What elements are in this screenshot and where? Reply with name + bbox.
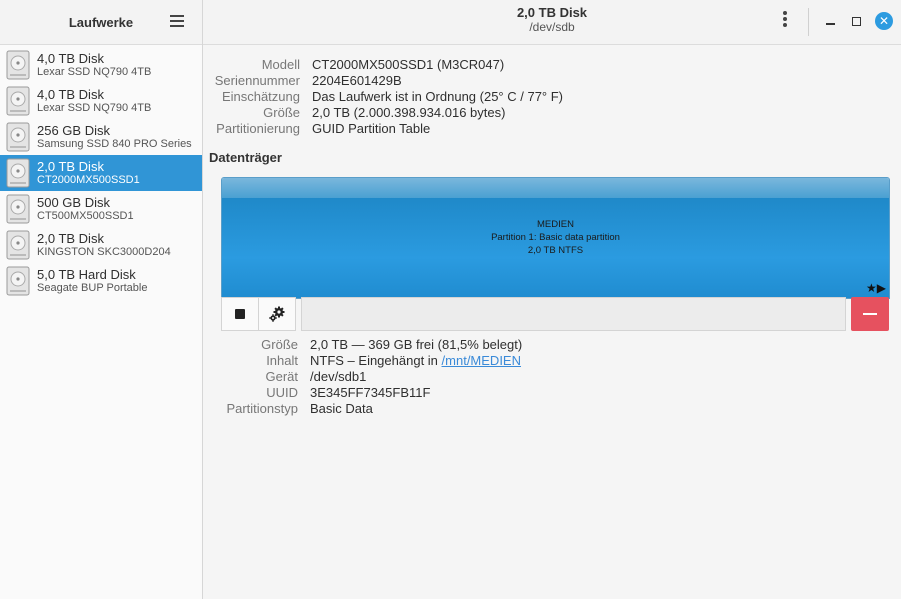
minimize-button[interactable] — [821, 12, 839, 30]
window-title: 2,0 TB Disk — [516, 5, 588, 20]
drive-model: Lexar SSD NQ790 4TB — [37, 102, 152, 115]
drive-model: CT2000MX500SSD1 — [37, 174, 140, 187]
uuid-label: UUID — [266, 385, 298, 400]
drive-list: 4,0 TB Disk Lexar SSD NQ790 4TB 4,0 TB Di… — [0, 47, 202, 299]
model-label: Modell — [261, 57, 300, 72]
drive-item[interactable]: 256 GB Disk Samsung SSD 840 PRO Series — [0, 119, 202, 155]
partition-block[interactable]: MEDIEN Partition 1: Basic data partition… — [221, 177, 890, 299]
volume-toolbar — [221, 297, 890, 331]
size-value: 2,0 TB (2.000.398.934.016 bytes) — [312, 105, 506, 120]
disk-icon — [6, 122, 30, 152]
assessment-value: Das Laufwerk ist in Ordnung (25° C / 77°… — [312, 89, 563, 104]
drive-item[interactable]: 5,0 TB Hard Disk Seagate BUP Portable — [0, 263, 202, 299]
partition-options-button[interactable] — [258, 297, 296, 331]
sidebar: Laufwerke 4,0 TB Disk Lexar SSD NQ790 4TB… — [0, 0, 203, 599]
serial-value: 2204E601429B — [312, 73, 402, 88]
partition-label: MEDIEN — [537, 219, 574, 230]
model-value: CT2000MX500SSD1 (M3CR047) — [312, 57, 505, 72]
drive-name: 2,0 TB Disk — [37, 230, 104, 246]
partition-name: Partition 1: Basic data partition — [491, 232, 620, 243]
main-panel: 2,0 TB Disk /dev/sdb ✕ Modell CT2000MX500… — [203, 0, 901, 599]
drive-name: 2,0 TB Disk — [37, 158, 104, 174]
unmount-button[interactable] — [221, 297, 259, 331]
partitioning-value: GUID Partition Table — [312, 121, 431, 136]
contents-label: Inhalt — [266, 353, 298, 368]
disk-icon — [6, 86, 30, 116]
partition-fs: 2,0 TB NTFS — [527, 245, 584, 256]
part-size-label: Größe — [261, 337, 298, 352]
contents-value: NTFS – Eingehängt in — [310, 353, 438, 368]
drive-name: 4,0 TB Disk — [37, 50, 104, 66]
drive-name: 5,0 TB Hard Disk — [37, 266, 136, 282]
drive-model: Lexar SSD NQ790 4TB — [37, 66, 152, 79]
device-label: Gerät — [265, 369, 298, 384]
disk-icon — [6, 266, 30, 296]
drive-item-selected[interactable]: 2,0 TB Disk CT2000MX500SSD1 — [0, 155, 202, 191]
gears-icon — [269, 306, 285, 322]
partition-type-value: Basic Data — [310, 401, 373, 416]
header-separator — [808, 8, 809, 36]
disk-icon — [6, 158, 30, 188]
menu-icon[interactable] — [170, 15, 184, 27]
assessment-label: Einschätzung — [221, 89, 300, 104]
serial-label: Seriennummer — [214, 73, 300, 88]
drive-name: 500 GB Disk — [37, 194, 110, 210]
disk-icon — [6, 230, 30, 260]
drive-name: 4,0 TB Disk — [37, 86, 104, 102]
toolbar-spacer — [301, 297, 846, 331]
more-options-icon[interactable] — [780, 11, 790, 31]
window-subtitle: /dev/sdb — [529, 19, 575, 34]
partition-type-label: Partitionstyp — [226, 401, 298, 416]
mounted-star-icon: ★▶ — [866, 281, 886, 295]
drive-model: Samsung SSD 840 PRO Series — [37, 138, 192, 151]
device-value: /dev/sdb1 — [310, 369, 367, 384]
close-button[interactable]: ✕ — [875, 12, 893, 30]
drive-item[interactable]: 4,0 TB Disk Lexar SSD NQ790 4TB — [0, 47, 202, 83]
drive-info: Modell CT2000MX500SSD1 (M3CR047) Seriennu… — [203, 57, 893, 137]
sidebar-header: Laufwerke — [0, 0, 202, 45]
minus-icon — [863, 313, 877, 315]
disk-icon — [6, 50, 30, 80]
drive-model: Seagate BUP Portable — [37, 282, 148, 295]
drive-model: KINGSTON SKC3000D204 — [37, 246, 171, 259]
volumes-section-title: Datenträger — [209, 150, 282, 165]
delete-partition-button[interactable] — [851, 297, 889, 331]
drive-item[interactable]: 500 GB Disk CT500MX500SSD1 — [0, 191, 202, 227]
mount-point-link[interactable]: /mnt/MEDIEN — [442, 353, 521, 368]
close-icon: ✕ — [878, 14, 890, 28]
drive-item[interactable]: 4,0 TB Disk Lexar SSD NQ790 4TB — [0, 83, 202, 119]
stop-icon — [235, 309, 245, 319]
maximize-button[interactable] — [847, 12, 865, 30]
drive-name: 256 GB Disk — [37, 122, 110, 138]
uuid-value: 3E345FF7345FB11F — [310, 385, 431, 400]
size-label: Größe — [263, 105, 300, 120]
part-size-value: 2,0 TB — 369 GB frei (81,5% belegt) — [310, 337, 523, 352]
drive-model: CT500MX500SSD1 — [37, 210, 134, 223]
sidebar-title: Laufwerke — [68, 14, 134, 30]
partitioning-label: Partitionierung — [216, 121, 300, 136]
header-bar: 2,0 TB Disk /dev/sdb ✕ — [203, 0, 901, 45]
drive-item[interactable]: 2,0 TB Disk KINGSTON SKC3000D204 — [0, 227, 202, 263]
disk-icon — [6, 194, 30, 224]
partition-info: Größe 2,0 TB — 369 GB frei (81,5% belegt)… — [203, 337, 893, 417]
